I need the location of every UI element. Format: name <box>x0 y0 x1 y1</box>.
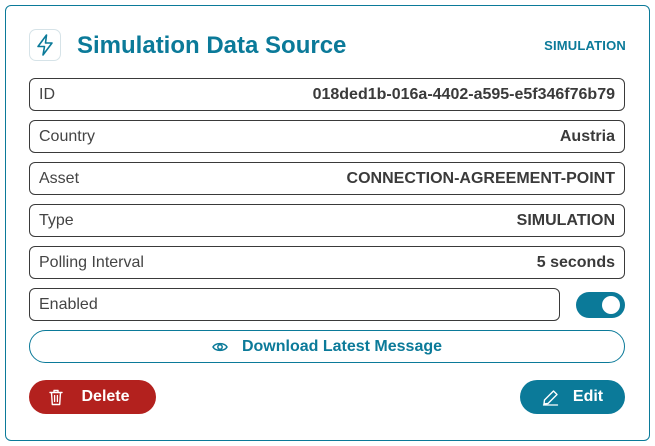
field-label: Country <box>39 127 96 145</box>
field-value: 5 seconds <box>536 253 615 271</box>
field-value: 018ded1b-016a-4402-a595-e5f346f76b79 <box>312 85 615 103</box>
field-label: Type <box>39 211 74 229</box>
field-label: ID <box>39 85 55 103</box>
field-value: CONNECTION-AGREEMENT-POINT <box>346 169 615 187</box>
field-asset: Asset CONNECTION-AGREEMENT-POINT <box>29 162 625 195</box>
page-title: Simulation Data Source <box>77 32 347 59</box>
pencil-icon <box>542 389 559 406</box>
card-header: Simulation Data Source SIMULATION <box>29 29 626 63</box>
field-label: Asset <box>39 169 80 187</box>
field-id: ID 018ded1b-016a-4402-a595-e5f346f76b79 <box>29 78 625 111</box>
delete-button-label: Delete <box>81 388 130 405</box>
field-label: Polling Interval <box>39 253 144 271</box>
download-latest-message-button[interactable]: Download Latest Message <box>29 330 625 363</box>
lightning-bolt-icon <box>29 29 61 61</box>
field-value: SIMULATION <box>516 211 615 229</box>
field-value: Austria <box>559 127 615 145</box>
edit-button-label: Edit <box>572 388 604 405</box>
enabled-toggle[interactable] <box>576 292 625 318</box>
type-badge: SIMULATION <box>544 38 626 53</box>
field-country: Country Austria <box>29 120 625 153</box>
field-enabled: Enabled <box>29 288 560 321</box>
field-polling-interval: Polling Interval 5 seconds <box>29 246 625 279</box>
toggle-knob <box>602 296 620 314</box>
eye-icon <box>212 341 228 353</box>
field-type: Type SIMULATION <box>29 204 625 237</box>
field-label: Enabled <box>39 295 98 313</box>
edit-button[interactable]: Edit <box>520 380 625 414</box>
delete-button[interactable]: Delete <box>29 380 156 414</box>
trash-icon <box>49 389 64 406</box>
download-button-label: Download Latest Message <box>241 337 443 355</box>
